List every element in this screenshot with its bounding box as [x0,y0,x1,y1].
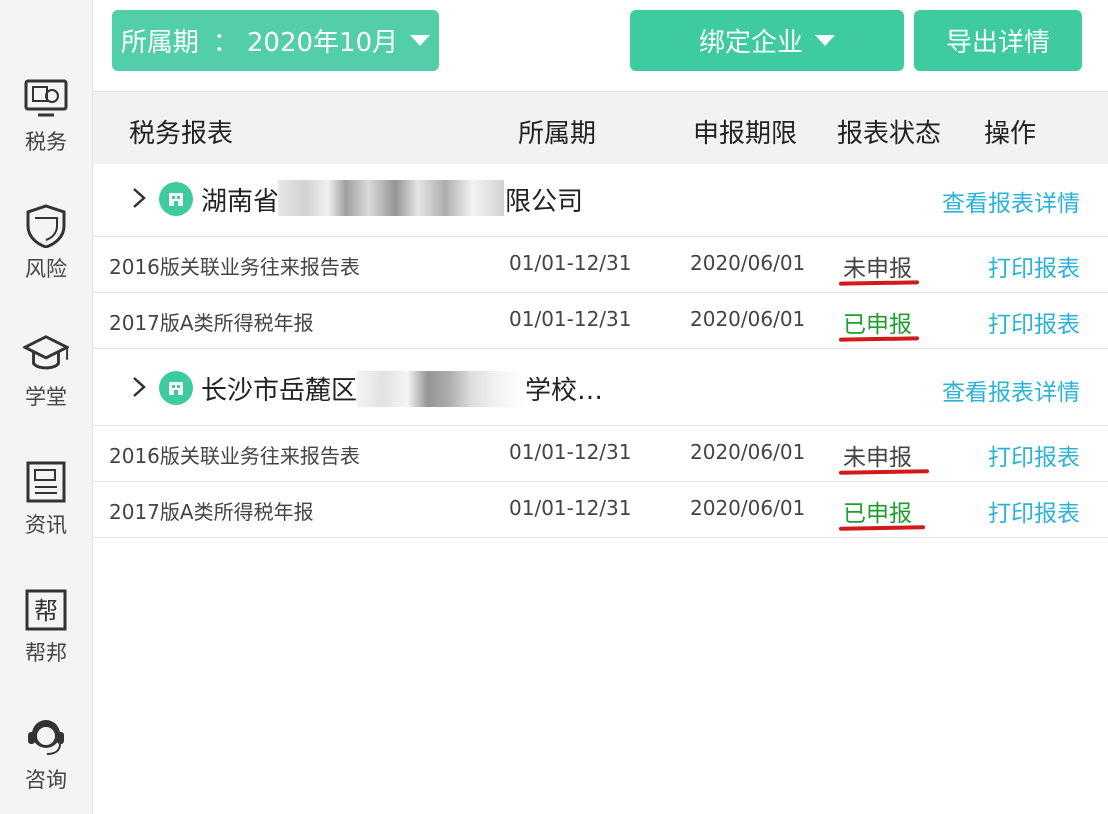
toolbar: 所属期 ： 2020年10月 绑定企业 导出详情 [93,0,1108,90]
sidebar-item-label: 咨询 [25,768,67,792]
caret-down-icon [815,35,835,46]
table-row: 2017版A类所得税年报 01/01-12/31 2020/06/01 已申报 … [93,482,1108,538]
chevron-right-icon[interactable] [129,186,149,210]
period-dropdown[interactable]: 所属期 ： 2020年10月 [112,10,439,71]
news-icon [23,459,69,505]
report-status: 未申报 [843,256,912,282]
report-deadline: 2020/06/01 [690,251,806,275]
print-report-link[interactable]: 打印报表 [988,249,1080,283]
sidebar-item-news[interactable]: 资讯 [0,459,92,559]
report-deadline: 2020/06/01 [690,440,806,464]
report-period: 01/01-12/31 [509,307,632,331]
sidebar: 税务 风险 学堂 资讯 帮 帮邦 咨询 [0,0,93,814]
report-status: 已申报 [843,501,912,527]
column-header-deadline: 申报期限 [693,119,798,149]
shield-icon [23,203,69,249]
sidebar-item-label: 资讯 [25,513,67,537]
period-separator: ： [212,28,239,58]
redaction-mask [278,180,504,216]
view-report-details-link[interactable]: 查看报表详情 [942,373,1080,407]
headset-icon [23,714,69,760]
sidebar-item-school[interactable]: 学堂 [0,331,92,431]
column-header-report: 税务报表 [129,119,234,149]
report-period: 01/01-12/31 [509,251,632,275]
annotation-underline [838,336,920,342]
annotation-underline [838,469,930,475]
annotation-underline [838,280,920,286]
sidebar-item-label: 税务 [25,130,67,154]
company-name-prefix: 湖南省 [201,187,280,217]
report-deadline: 2020/06/01 [690,496,806,520]
report-period: 01/01-12/31 [509,496,632,520]
chevron-right-icon[interactable] [129,375,149,399]
report-status: 未申报 [843,445,912,471]
sidebar-item-risk[interactable]: 风险 [0,203,92,303]
help-box-icon: 帮 [23,587,69,633]
table-row: 2016版关联业务往来报告表 01/01-12/31 2020/06/01 未申… [93,237,1108,293]
table-row: 2016版关联业务往来报告表 01/01-12/31 2020/06/01 未申… [93,426,1108,482]
main-panel: 所属期 ： 2020年10月 绑定企业 导出详情 税务报表 所属期 申报期限 报… [93,0,1108,814]
column-header-period: 所属期 [518,119,597,149]
graduation-cap-icon [23,331,69,377]
column-header-action: 操作 [984,119,1037,149]
tax-report-app: 税务 风险 学堂 资讯 帮 帮邦 咨询 所属期 ： 2020年10月 绑定企业 … [0,0,1108,814]
period-value: 2020年10月 [246,28,399,58]
report-name: 2016版关联业务往来报告表 [109,444,360,468]
svg-text:帮: 帮 [34,597,58,625]
company-name-suffix: 限公司 [505,187,584,217]
print-report-link[interactable]: 打印报表 [988,494,1080,528]
print-report-link[interactable]: 打印报表 [988,305,1080,339]
export-details-button[interactable]: 导出详情 [914,10,1082,71]
period-label: 所属期 [120,28,199,58]
monitor-tax-icon [23,76,69,122]
report-period: 01/01-12/31 [509,440,632,464]
annotation-underline [838,525,926,531]
company-name-prefix: 长沙市岳麓区 [201,376,358,406]
export-details-label: 导出详情 [945,28,1050,58]
report-name: 2017版A类所得税年报 [109,500,314,524]
sidebar-item-label: 风险 [25,257,67,281]
view-report-details-link[interactable]: 查看报表详情 [942,184,1080,218]
company-row[interactable]: 长沙市岳麓区 学校… 查看报表详情 [93,349,1108,426]
report-name: 2016版关联业务往来报告表 [109,255,360,279]
sidebar-item-consult[interactable]: 咨询 [0,714,92,814]
column-header-status: 报表状态 [837,119,942,149]
company-name-suffix: 学校… [525,376,604,406]
caret-down-icon [410,35,431,46]
company-building-icon [159,182,193,216]
bind-company-label: 绑定企业 [698,28,803,58]
report-status: 已申报 [843,312,912,338]
sidebar-item-tax[interactable]: 税务 [0,76,92,176]
company-row[interactable]: 湖南省 限公司 查看报表详情 [93,164,1108,237]
sidebar-item-label: 帮邦 [25,641,67,665]
table-header: 税务报表 所属期 申报期限 报表状态 操作 [93,91,1108,165]
report-deadline: 2020/06/01 [690,307,806,331]
report-name: 2017版A类所得税年报 [109,311,314,335]
sidebar-item-help[interactable]: 帮 帮邦 [0,587,92,687]
print-report-link[interactable]: 打印报表 [988,438,1080,472]
bind-company-button[interactable]: 绑定企业 [630,10,904,71]
redaction-mask [357,371,525,407]
company-building-icon [159,371,193,405]
table-row: 2017版A类所得税年报 01/01-12/31 2020/06/01 已申报 … [93,293,1108,349]
sidebar-item-label: 学堂 [25,385,67,409]
